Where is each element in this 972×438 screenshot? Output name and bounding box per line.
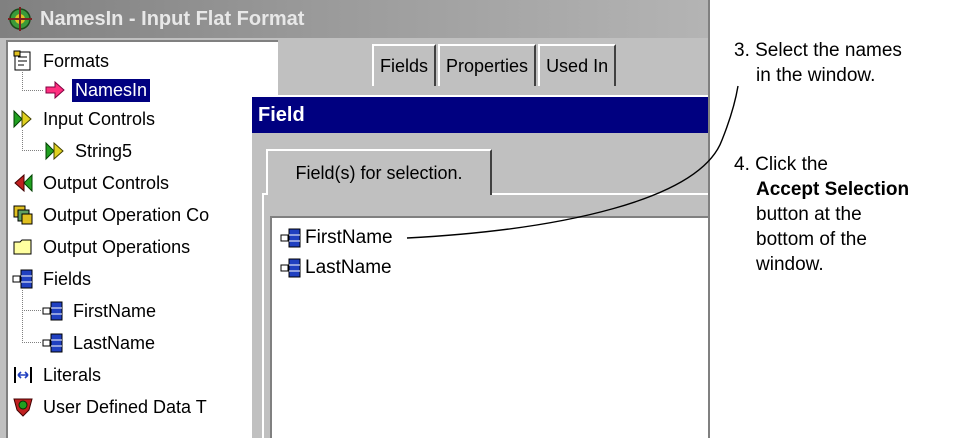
step-3-line-1: 3. Select the names (734, 40, 902, 61)
output-controls-icon (14, 173, 33, 193)
tree-item-label: Literals (43, 364, 102, 385)
tree-item-output-operations[interactable]: Output Operations (12, 232, 193, 262)
tree-item-label: Output Operations (43, 236, 191, 257)
tree-item-namesin[interactable]: NamesIn (44, 75, 151, 105)
tree-item-label: NamesIn (72, 78, 151, 102)
detail-tabs: Fields Properties Used In (372, 44, 618, 88)
tree-connector (22, 290, 41, 311)
formats-icon (13, 50, 31, 71)
list-item-label: LastName (305, 257, 392, 278)
arrow-right-icon (45, 80, 65, 100)
step-4-line-5: window. (756, 254, 824, 275)
tree-item-label: User Defined Data T (43, 396, 207, 417)
field-icon (12, 269, 33, 289)
tree-item-output-controls[interactable]: Output Controls (12, 168, 172, 198)
window-title: NamesIn - Input Flat Format (40, 7, 305, 30)
tree-item-label: Formats (43, 50, 110, 71)
tree-item-label: Input Controls (43, 108, 156, 129)
tree-connector (22, 310, 41, 343)
list-item-firstname[interactable]: FirstName (280, 224, 393, 252)
step-3-callout: 3. Select the names in the window. (734, 38, 902, 88)
step-4-line-4: bottom of the (756, 229, 867, 250)
window-title-bar[interactable]: NamesIn - Input Flat Format (0, 0, 708, 38)
step-4-bold-term: Accept Selection (756, 179, 910, 200)
field-icon (280, 228, 301, 248)
tree-connector (22, 72, 43, 91)
input-controls-icon (45, 141, 64, 161)
dialog-title[interactable]: Field (252, 97, 708, 133)
tree-item-user-defined-data[interactable]: User Defined Data T (12, 392, 210, 422)
folder-icon (13, 239, 32, 255)
tree-item-lastname[interactable]: LastName (42, 328, 158, 358)
field-dialog: Field Field(s) for selection. FirstName … (250, 95, 708, 438)
step-4-line-3: button at the (756, 204, 862, 225)
field-icon (280, 258, 301, 278)
input-controls-icon (13, 109, 32, 129)
tree-item-label: FirstName (73, 300, 157, 321)
tree-connector (22, 130, 43, 151)
user-defined-icon (13, 398, 33, 417)
tree-item-string5[interactable]: String5 (44, 136, 135, 166)
step-3-line-2: in the window. (756, 65, 876, 86)
output-operation-icon (13, 205, 33, 225)
application-screenshot: NamesIn - Input Flat Format Formats Name… (0, 0, 710, 438)
field-selection-list[interactable]: FirstName LastName (270, 216, 708, 438)
tree-item-output-operation-co[interactable]: Output Operation Co (12, 200, 212, 230)
tree-item-label: Output Controls (43, 172, 170, 193)
tree-item-label: LastName (73, 332, 156, 353)
step-4-callout: 4. Click the Accept Selection button at … (734, 152, 909, 277)
tree-item-label: Output Operation Co (43, 204, 210, 225)
tab-fields[interactable]: Fields (372, 44, 437, 86)
app-icon (8, 7, 32, 31)
tab-fields-for-selection[interactable]: Field(s) for selection. (266, 149, 492, 195)
step-4-line-1: 4. Click the (734, 154, 828, 175)
tab-used-in[interactable]: Used In (538, 44, 617, 86)
tree-item-label: String5 (75, 140, 133, 161)
tree-item-label: Fields (43, 268, 92, 289)
list-item-label: FirstName (305, 227, 393, 248)
tab-properties[interactable]: Properties (438, 44, 537, 86)
tree-item-firstname[interactable]: FirstName (42, 296, 159, 326)
list-item-lastname[interactable]: LastName (280, 254, 392, 282)
literals-icon (14, 367, 32, 383)
field-icon (42, 333, 63, 353)
tree-item-literals[interactable]: Literals (12, 360, 104, 390)
tree-view[interactable]: Formats NamesIn Input Controls String5 O… (6, 40, 278, 438)
field-icon (42, 301, 63, 321)
